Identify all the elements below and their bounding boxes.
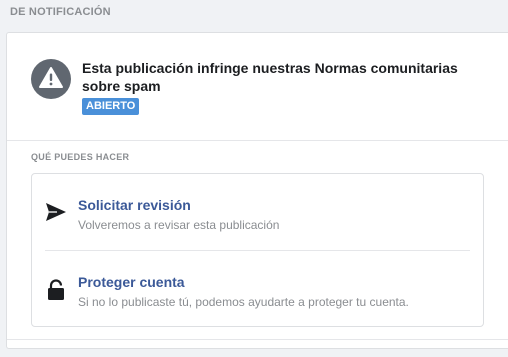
- card-bottom-divider: [7, 339, 508, 340]
- alert-title: Esta publicación infringe nuestras Norma…: [82, 60, 458, 94]
- request-review-description: Volveremos a revisar esta publicación: [78, 218, 280, 232]
- alert-block: Esta publicación infringe nuestras Norma…: [31, 57, 501, 127]
- section-divider: [7, 140, 508, 141]
- section-title: DE NOTIFICACIÓN: [10, 6, 111, 18]
- request-review-option[interactable]: Solicitar revisión Volveremos a revisar …: [32, 174, 483, 250]
- protect-account-description: Si no lo publicaste tú, podemos ayudarte…: [78, 295, 409, 309]
- actions-list: Solicitar revisión Volveremos a revisar …: [31, 173, 484, 327]
- send-icon: [45, 201, 67, 223]
- warning-icon: [31, 59, 71, 99]
- request-review-title[interactable]: Solicitar revisión: [78, 197, 191, 213]
- notification-card: Esta publicación infringe nuestras Norma…: [6, 32, 508, 349]
- status-badge: ABIERTO: [82, 98, 140, 115]
- lock-icon: [45, 279, 67, 301]
- notification-page: DE NOTIFICACIÓN Esta publicación infring…: [0, 0, 508, 357]
- actions-heading: QUÉ PUEDES HACER: [31, 152, 130, 162]
- protect-account-option[interactable]: Proteger cuenta Si no lo publicaste tú, …: [32, 251, 483, 327]
- protect-account-title[interactable]: Proteger cuenta: [78, 274, 185, 290]
